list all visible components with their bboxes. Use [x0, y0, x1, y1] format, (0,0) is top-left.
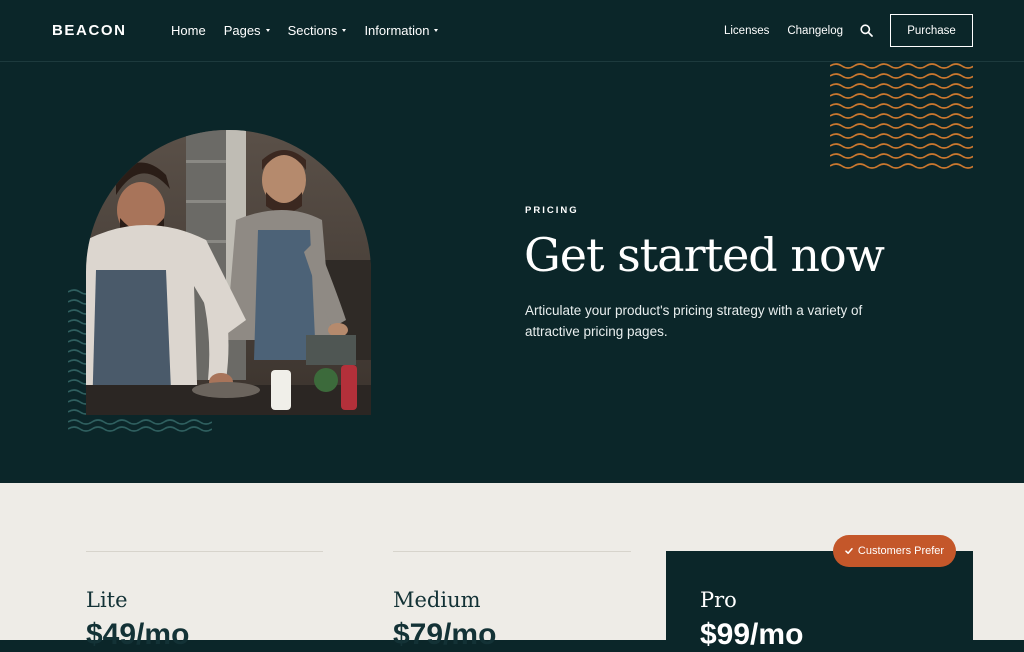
logo[interactable]: BEACON: [52, 22, 127, 39]
plan-price-medium: $79/mo: [393, 618, 497, 651]
divider: [393, 551, 631, 552]
menu-item-label: Pages: [223, 23, 261, 38]
licenses-link[interactable]: Licenses: [724, 25, 769, 37]
hero-photo: [86, 130, 371, 415]
menu-item-label: Home: [171, 23, 206, 38]
menu-item-label: Sections: [287, 23, 338, 38]
search-icon[interactable]: [860, 24, 873, 37]
menu-item-home[interactable]: Home: [171, 23, 206, 38]
top-navbar: BEACON Home Pages Sections Information L…: [0, 0, 1024, 62]
divider: [86, 551, 323, 552]
main-menu: Home Pages Sections Information: [171, 23, 439, 38]
menu-item-pages[interactable]: Pages: [224, 23, 270, 38]
customers-prefer-badge: Customers Prefer: [833, 535, 956, 567]
plan-name-lite: Lite: [86, 588, 128, 612]
plan-price-pro: $99/mo: [700, 618, 804, 651]
hero-description: Articulate your product's pricing strate…: [525, 303, 863, 339]
caret-down-icon: [342, 29, 347, 32]
caret-down-icon: [265, 29, 270, 32]
check-icon: [845, 548, 853, 554]
plan-price-lite: $49/mo: [86, 618, 190, 651]
changelog-link[interactable]: Changelog: [787, 25, 843, 37]
hero-title: Get started now: [524, 228, 885, 282]
menu-item-label: Information: [364, 23, 430, 38]
menu-item-sections[interactable]: Sections: [288, 23, 347, 38]
caret-down-icon: [434, 29, 439, 32]
menu-item-information[interactable]: Information: [364, 23, 439, 38]
secondary-links: Licenses Changelog: [724, 25, 843, 37]
plan-name-medium: Medium: [393, 588, 481, 612]
badge-label: Customers Prefer: [857, 545, 945, 557]
plan-name-pro: Pro: [700, 588, 737, 612]
hero-eyebrow: PRICING: [525, 205, 579, 216]
wave-pattern-decoration: [830, 63, 973, 169]
purchase-button[interactable]: Purchase: [890, 14, 973, 47]
